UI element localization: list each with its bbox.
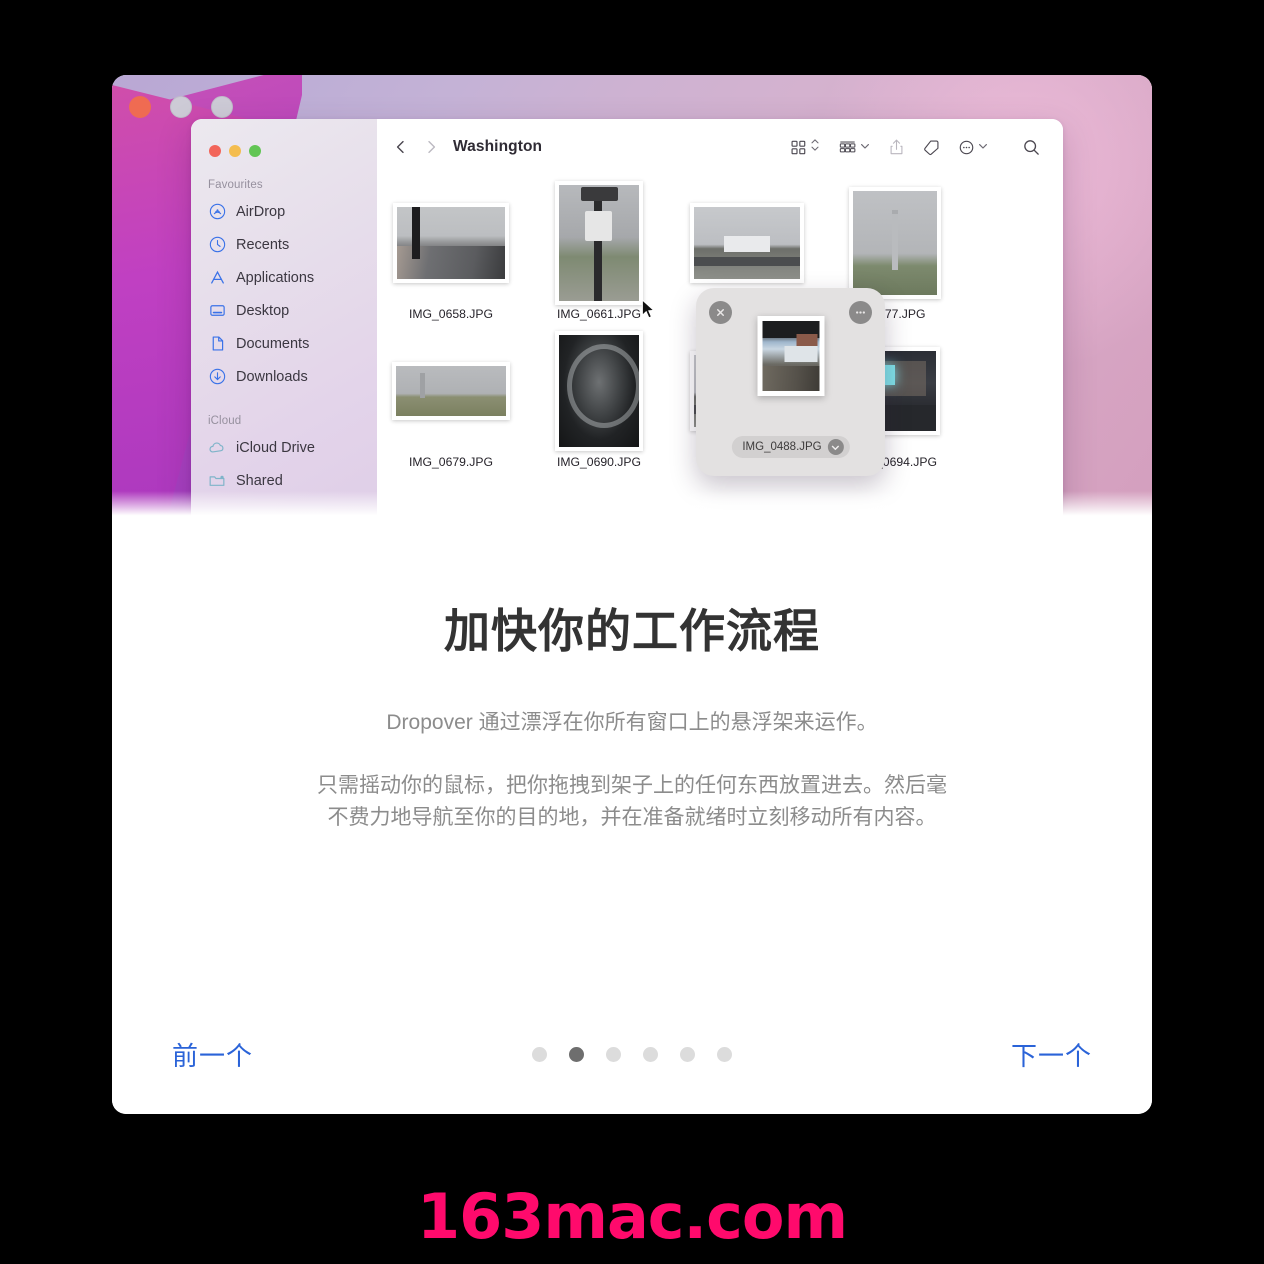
finder-toolbar: Washington	[377, 119, 1063, 175]
hero-screenshot: Favourites AirDrop Recents Applications …	[112, 75, 1152, 525]
airdrop-icon	[208, 203, 226, 221]
shelf-file-name: IMG_0488.JPG	[742, 441, 822, 453]
file-item[interactable]: IMG_0679.JPG	[377, 335, 525, 469]
download-icon	[208, 368, 226, 386]
onboarding-card: Favourites AirDrop Recents Applications …	[112, 75, 1152, 1114]
page-dot-5[interactable]	[680, 1046, 695, 1062]
sidebar-item-label: Downloads	[236, 368, 308, 385]
close-button-background-window[interactable]	[129, 96, 151, 118]
more-actions-icon[interactable]	[958, 138, 988, 156]
group-by-icon[interactable]	[838, 138, 870, 156]
sidebar-item-label: Applications	[236, 269, 315, 286]
minimize-button[interactable]	[229, 145, 241, 157]
thumbnail-container	[555, 331, 643, 451]
sidebar-section-favourites: Favourites	[208, 179, 263, 191]
shared-folder-icon	[208, 472, 226, 490]
sidebar-item-documents[interactable]: Documents	[191, 327, 377, 360]
page-dot-4[interactable]	[643, 1046, 658, 1062]
thumbnail-container	[690, 187, 804, 299]
onboarding-body: 加快你的工作流程 Dropover 通过漂浮在你所有窗口上的悬浮架来运作。 只需…	[112, 525, 1152, 1114]
page-dot-1[interactable]	[532, 1046, 547, 1062]
tag-icon[interactable]	[923, 139, 940, 156]
thumbnail-container	[393, 187, 509, 299]
photo-thumbnail	[393, 203, 509, 283]
cloud-icon	[208, 439, 226, 457]
photo-thumbnail	[392, 362, 510, 420]
document-icon	[208, 335, 226, 353]
onboarding-footer: 前一个 下一个	[112, 994, 1152, 1114]
sidebar-item-applications[interactable]: Applications	[191, 261, 377, 294]
sidebar-item-label: Desktop	[236, 302, 290, 319]
file-name-label: IMG_0661.JPG	[557, 307, 641, 321]
forward-icon[interactable]	[423, 139, 439, 155]
zoom-button[interactable]	[249, 145, 261, 157]
photo-thumbnail	[555, 331, 643, 451]
page-indicator-dots	[532, 1046, 732, 1062]
finder-window-title: Washington	[453, 138, 543, 155]
shelf-photo-thumbnail[interactable]	[757, 316, 824, 396]
file-name-label: IMG_0658.JPG	[409, 307, 493, 321]
body-paragraph-1: Dropover 通过漂浮在你所有窗口上的悬浮架来运作。	[386, 711, 878, 734]
next-button[interactable]: 下一个	[1011, 1036, 1092, 1073]
sidebar-item-label: Documents	[236, 335, 310, 352]
background-window-traffic-lights	[129, 96, 233, 118]
finder-sidebar: Favourites AirDrop Recents Applications …	[191, 119, 377, 525]
share-icon[interactable]	[888, 138, 905, 156]
photo-thumbnail	[690, 203, 804, 283]
page-dot-2[interactable]	[569, 1046, 584, 1062]
close-icon[interactable]	[709, 301, 732, 324]
sidebar-item-label: AirDrop	[236, 203, 286, 220]
photo-thumbnail	[555, 181, 643, 305]
close-button[interactable]	[209, 145, 221, 157]
page-dot-6[interactable]	[717, 1046, 732, 1062]
desktop-icon	[208, 302, 226, 320]
dropover-shelf[interactable]: IMG_0488.JPG	[696, 288, 885, 476]
thumbnail-container	[849, 187, 941, 299]
file-name-label: IMG_0690.JPG	[557, 455, 641, 469]
chevron-down-icon[interactable]	[827, 439, 844, 455]
updown-chevron-icon	[810, 137, 820, 158]
sidebar-section-icloud: iCloud	[208, 415, 242, 427]
grid-view-icon[interactable]	[790, 137, 820, 158]
shelf-file-label[interactable]: IMG_0488.JPG	[731, 436, 850, 458]
page-dot-3[interactable]	[606, 1046, 621, 1062]
thumbnail-container	[555, 181, 643, 305]
body-paragraph-2: 只需摇动你的鼠标，把你拖拽到架子上的任何东西放置进去。然后毫不费力地导航至你的目…	[317, 773, 947, 830]
watermark-text: 163mac.com	[416, 1180, 848, 1253]
hero-fade-overlay	[112, 491, 1152, 525]
sidebar-item-icloud-drive[interactable]: iCloud Drive	[191, 431, 377, 464]
sidebar-item-label: Shared	[236, 472, 283, 489]
chevron-down-icon	[860, 138, 870, 156]
thumbnail-container	[392, 335, 510, 447]
sidebar-item-desktop[interactable]: Desktop	[191, 294, 377, 327]
chevron-down-icon	[978, 138, 988, 156]
more-icon[interactable]	[849, 301, 872, 324]
sidebar-item-airdrop[interactable]: AirDrop	[191, 195, 377, 228]
photo-thumbnail	[849, 187, 941, 299]
navigation-arrows	[393, 139, 439, 155]
toolbar-actions	[790, 137, 1041, 158]
applications-icon	[208, 269, 226, 287]
file-item[interactable]: IMG_0690.JPG	[525, 331, 673, 469]
search-icon[interactable]	[1022, 138, 1041, 157]
file-item[interactable]: IMG_0658.JPG	[377, 187, 525, 321]
file-name-label: IMG_0679.JPG	[409, 455, 493, 469]
page-title: 加快你的工作流程	[444, 605, 820, 657]
clock-icon	[208, 236, 226, 254]
minimize-button-background-window[interactable]	[170, 96, 192, 118]
previous-button[interactable]: 前一个	[172, 1036, 253, 1073]
back-icon[interactable]	[393, 139, 409, 155]
sidebar-item-recents[interactable]: Recents	[191, 228, 377, 261]
finder-traffic-lights	[191, 131, 377, 157]
sidebar-item-label: iCloud Drive	[236, 439, 315, 456]
sidebar-item-label: Recents	[236, 236, 290, 253]
zoom-button-background-window[interactable]	[211, 96, 233, 118]
finder-window: Favourites AirDrop Recents Applications …	[191, 119, 1063, 525]
sidebar-item-downloads[interactable]: Downloads	[191, 360, 377, 393]
mouse-cursor	[641, 298, 656, 325]
